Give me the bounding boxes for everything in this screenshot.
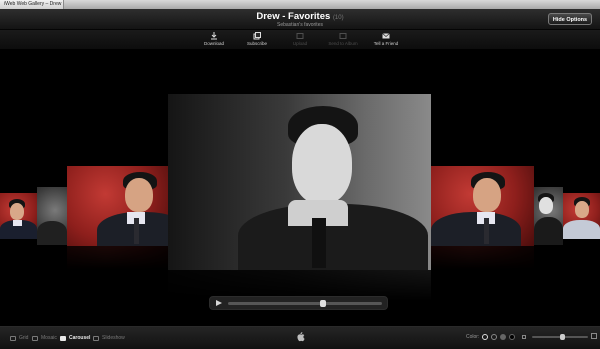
album-title-text: Drew - Favorites <box>256 11 331 22</box>
album-subtitle: Sebastian's favorites <box>277 22 323 28</box>
apple-logo-icon <box>297 332 305 342</box>
view-footer: Grid Mosaic Carousel Slideshow Color: <box>0 326 600 349</box>
tell-a-friend-label: Tell a Friend <box>373 41 399 46</box>
zoom-in-icon[interactable] <box>591 333 597 339</box>
carousel-photo-left-2[interactable] <box>37 187 67 245</box>
gallery-header: Drew - Favorites (10) Sebastian's favori… <box>0 9 600 30</box>
play-icon[interactable] <box>216 300 222 306</box>
action-toolbar: Download Subscribe Upload Send to Album … <box>0 30 600 50</box>
zoom-slider-knob[interactable] <box>560 334 566 340</box>
view-carousel-button[interactable]: Carousel <box>60 333 90 343</box>
send-to-album-label: Send to Album <box>328 41 358 46</box>
download-label: Download <box>203 41 224 46</box>
carousel-photo-far-right[interactable] <box>563 193 600 239</box>
tell-a-friend-button[interactable]: Tell a Friend <box>364 32 408 46</box>
upload-icon <box>296 33 304 39</box>
send-to-album-icon <box>339 33 347 39</box>
view-grid-button[interactable]: Grid <box>10 333 28 343</box>
carousel-icon <box>60 335 66 341</box>
zoom-slider[interactable] <box>532 334 588 340</box>
view-mosaic-button[interactable]: Mosaic <box>32 333 57 343</box>
subscribe-label: Subscribe <box>246 41 267 46</box>
carousel-photo-selected[interactable] <box>168 94 431 270</box>
color-swatch-grey[interactable] <box>491 334 497 340</box>
browser-tab[interactable]: iWeb Web Gallery – Drew <box>0 0 64 9</box>
color-swatch-white[interactable] <box>482 334 488 340</box>
color-swatch-black[interactable] <box>509 334 515 340</box>
reflection-right <box>431 246 534 276</box>
view-slideshow-button[interactable]: Slideshow <box>93 333 125 343</box>
scrubber-knob[interactable] <box>319 300 326 307</box>
hide-options-button[interactable]: Hide Options <box>548 13 592 25</box>
download-icon <box>211 32 217 40</box>
upload-label: Upload <box>292 41 308 46</box>
mail-icon <box>382 33 390 39</box>
slideshow-icon <box>93 335 99 341</box>
zoom-out-icon[interactable] <box>522 335 526 339</box>
view-slideshow-label: Slideshow <box>102 335 125 341</box>
view-grid-label: Grid <box>19 335 29 341</box>
grid-icon <box>10 335 16 341</box>
browser-tab-bar: iWeb Web Gallery – Drew <box>0 0 600 9</box>
mosaic-icon <box>32 335 38 341</box>
carousel-photo-right-2[interactable] <box>534 187 563 245</box>
carousel-stage <box>0 50 600 326</box>
color-label: Color: <box>466 334 480 340</box>
carousel-photo-left-1[interactable] <box>67 166 168 246</box>
carousel-photo-far-left[interactable] <box>0 193 37 239</box>
carousel-photo-right-1[interactable] <box>431 166 534 246</box>
album-title: Drew - Favorites (10) <box>0 11 600 22</box>
reflection-left <box>67 246 168 276</box>
send-to-album-button[interactable]: Send to Album <box>321 32 365 46</box>
album-photo-count: (10) <box>332 15 344 21</box>
carousel-controls <box>209 296 388 310</box>
upload-button[interactable]: Upload <box>278 32 322 46</box>
view-mosaic-label: Mosaic <box>41 335 57 341</box>
view-carousel-label: Carousel <box>69 335 91 341</box>
download-button[interactable]: Download <box>192 32 236 46</box>
color-swatch-dark[interactable] <box>500 334 506 340</box>
subscribe-button[interactable]: Subscribe <box>235 32 279 46</box>
subscribe-icon <box>253 32 261 40</box>
carousel-scrubber[interactable] <box>228 300 382 307</box>
